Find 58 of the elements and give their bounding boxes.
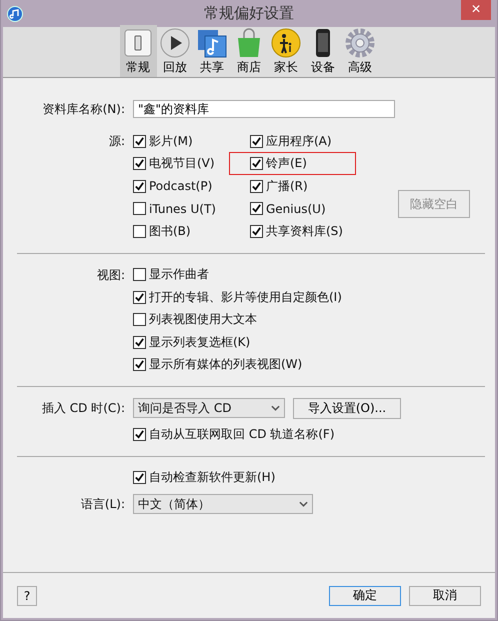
- ok-button[interactable]: 确定: [329, 586, 401, 606]
- close-button[interactable]: ×: [461, 0, 491, 20]
- checkmark-icon: [134, 136, 145, 147]
- checkmark-icon: [134, 472, 145, 484]
- library-name-field[interactable]: "鑫"的资料库: [133, 100, 395, 118]
- field-label: 语言(L):: [80, 496, 125, 513]
- music-note-icon: [196, 27, 228, 59]
- checkbox[interactable]: Genius(U): [250, 198, 329, 220]
- checkmark-icon: [251, 136, 262, 147]
- checkbox[interactable]: 自动检查新软件更新(H): [133, 466, 278, 489]
- music-note-icon: [7, 6, 23, 22]
- checkmark-icon: [134, 292, 145, 303]
- checkmark-icon: [251, 226, 262, 237]
- language-dropdown[interactable]: 中文（简体）: [133, 494, 313, 514]
- gear-icon: [344, 27, 376, 59]
- toolbar-tab[interactable]: 高级: [342, 25, 378, 77]
- checkbox[interactable]: 电视节目(V): [133, 152, 218, 175]
- toolbar-tab[interactable]: 常规: [120, 25, 156, 77]
- checkbox[interactable]: 显示所有媒体的列表视图(W): [133, 354, 306, 376]
- checkbox[interactable]: 共享资料库(S): [250, 220, 346, 242]
- checkbox[interactable]: 图书(B): [133, 220, 194, 242]
- checkbox[interactable]: 应用程序(A): [250, 130, 335, 152]
- field-label: 源:: [108, 133, 125, 150]
- checkmark-icon: [134, 359, 145, 370]
- cancel-button[interactable]: 取消: [409, 586, 481, 606]
- caret-icon: [299, 501, 308, 507]
- checkmark-icon: [134, 180, 145, 192]
- checkbox[interactable]: iTunes U(T): [133, 198, 219, 220]
- checkbox[interactable]: Podcast(P): [133, 175, 216, 198]
- checkbox[interactable]: 显示列表复选框(K): [133, 331, 254, 354]
- checkbox[interactable]: 列表视图使用大文本: [133, 308, 260, 331]
- checkmark-icon: [251, 203, 262, 214]
- field-label: 视图:: [96, 266, 125, 284]
- toolbar-tab[interactable]: 设备: [304, 25, 342, 77]
- checkbox[interactable]: 打开的专辑、影片等使用自定颜色(I): [133, 286, 345, 308]
- help-button[interactable]: ?: [17, 586, 37, 606]
- toolbar-tab[interactable]: 家长: [268, 25, 304, 77]
- window-title: 常规偏好设置: [204, 4, 294, 23]
- cd-action-dropdown[interactable]: 询问是否导入 CD: [133, 398, 285, 418]
- toolbar-tab[interactable]: 商店: [230, 25, 268, 77]
- field-label: 插入 CD 时(C):: [40, 400, 125, 417]
- highlighted-checkbox[interactable]: 铃声(E): [230, 152, 355, 174]
- checkbox[interactable]: 广播(R): [250, 175, 311, 198]
- toolbar-tab[interactable]: 回放: [156, 25, 194, 77]
- switch-icon: [122, 27, 154, 59]
- import-settings-button[interactable]: 导入设置(O)...: [293, 398, 401, 418]
- checkmark-icon: [251, 158, 262, 168]
- checkmark-icon: [134, 428, 145, 440]
- checkbox[interactable]: 自动从互联网取回 CD 轨道名称(F): [133, 423, 338, 446]
- checkmark-icon: [134, 158, 145, 170]
- caret-icon: [271, 405, 280, 411]
- checkbox[interactable]: 影片(M): [133, 130, 196, 152]
- toolbar-tab[interactable]: 共享: [194, 25, 230, 77]
- checkbox[interactable]: 显示作曲者: [133, 264, 212, 286]
- checkmark-icon: [251, 180, 262, 192]
- field-label: 资料库名称(N):: [42, 101, 125, 118]
- checkmark-icon: [134, 336, 145, 348]
- parent-child-icon: [270, 27, 302, 59]
